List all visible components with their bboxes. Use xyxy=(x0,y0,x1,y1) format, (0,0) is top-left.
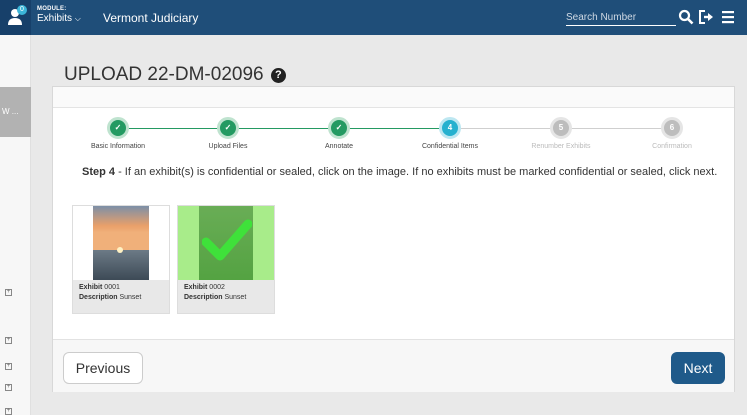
wizard-step-renumber-exhibits: 5 Renumber Exhibits xyxy=(501,117,621,150)
left-sidebar: W ... + + + + + xyxy=(0,35,31,415)
expand-icon[interactable]: + xyxy=(5,408,12,415)
sidebar-collapsed-tab[interactable]: W ... xyxy=(0,87,31,137)
exhibit-meta: Exhibit 0002 Description Sunset xyxy=(184,283,246,303)
wizard-step-annotate: ✓ Annotate xyxy=(279,117,399,150)
expand-icon[interactable]: + xyxy=(5,384,12,391)
check-icon: ✓ xyxy=(217,117,239,139)
exhibit-label: Exhibit xyxy=(184,284,208,291)
search-icon[interactable] xyxy=(678,9,694,25)
wizard-step-number: 4 xyxy=(439,117,461,139)
description-label: Description xyxy=(79,294,118,301)
expand-icon[interactable]: + xyxy=(5,363,12,370)
notification-badge: 0 xyxy=(17,5,27,15)
step-heading: Step 4 xyxy=(82,166,116,178)
step-instructions-text: - If an exhibit(s) is confidential or se… xyxy=(115,166,718,178)
wizard-step-label: Annotate xyxy=(324,143,354,150)
wizard-step-number: 5 xyxy=(550,117,572,139)
module-value: Exhibits xyxy=(37,13,73,24)
search-input[interactable]: Search Number xyxy=(566,8,676,26)
sign-out-icon[interactable] xyxy=(698,9,715,25)
wizard-step-label: Confirmation xyxy=(652,143,692,150)
page-title-text: UPLOAD 22-DM-02096 xyxy=(64,64,264,85)
exhibit-number: 0002 xyxy=(209,284,225,291)
description-label: Description xyxy=(184,294,223,301)
wizard-step-number: 6 xyxy=(661,117,683,139)
upload-panel: ✓ Basic Information ✓ Upload Files ✓ Ann… xyxy=(52,86,735,392)
chevron-down-icon: ⌵ xyxy=(74,14,81,23)
check-icon: ✓ xyxy=(328,117,350,139)
panel-footer: Previous Next xyxy=(53,339,734,392)
top-navbar: 0 MODULE: Exhibits ⌵ Vermont Judiciary S… xyxy=(0,0,747,35)
help-icon[interactable]: ? xyxy=(270,68,286,83)
previous-button[interactable]: Previous xyxy=(63,352,143,384)
wizard-step-confidential-items: 4 Confidential Items xyxy=(390,117,510,150)
module-selector[interactable]: MODULE: Exhibits ⌵ xyxy=(37,6,81,24)
wizard-step-upload-files: ✓ Upload Files xyxy=(168,117,288,150)
exhibit-thumbnail-selected[interactable] xyxy=(178,206,274,280)
exhibit-card[interactable]: Exhibit 0001 Description Sunset xyxy=(72,205,170,314)
expand-icon[interactable]: + xyxy=(5,289,12,296)
hamburger-menu-icon[interactable] xyxy=(720,9,736,25)
exhibit-thumbnail[interactable] xyxy=(73,206,169,280)
exhibit-description: Sunset xyxy=(119,294,142,301)
check-icon xyxy=(202,219,252,261)
exhibit-number: 0001 xyxy=(104,284,120,291)
exhibit-description: Sunset xyxy=(224,294,247,301)
wizard-step-confirmation: 6 Confirmation xyxy=(612,117,732,150)
page-title: UPLOAD 22-DM-02096 ? xyxy=(64,64,286,86)
check-icon: ✓ xyxy=(107,117,129,139)
next-button[interactable]: Next xyxy=(671,352,725,384)
exhibit-meta: Exhibit 0001 Description Sunset xyxy=(79,283,141,303)
wizard-step-label: Basic Information xyxy=(90,143,146,150)
wizard-progress: ✓ Basic Information ✓ Upload Files ✓ Ann… xyxy=(53,117,736,157)
sunset-image xyxy=(93,206,149,280)
panel-header xyxy=(53,87,734,108)
wizard-step-label: Renumber Exhibits xyxy=(531,143,591,150)
exhibit-label: Exhibit xyxy=(79,284,103,291)
wizard-step-label: Upload Files xyxy=(208,143,248,150)
module-caption: MODULE: xyxy=(37,6,67,12)
step-instructions: Step 4 - If an exhibit(s) is confidentia… xyxy=(82,164,722,180)
expand-icon[interactable]: + xyxy=(5,337,12,344)
wizard-step-basic-information: ✓ Basic Information xyxy=(58,117,178,150)
wizard-step-label: Confidential Items xyxy=(421,143,479,150)
app-title: Vermont Judiciary xyxy=(103,11,199,25)
exhibit-card[interactable]: Exhibit 0002 Description Sunset xyxy=(177,205,275,314)
user-menu-button[interactable]: 0 xyxy=(0,0,31,35)
